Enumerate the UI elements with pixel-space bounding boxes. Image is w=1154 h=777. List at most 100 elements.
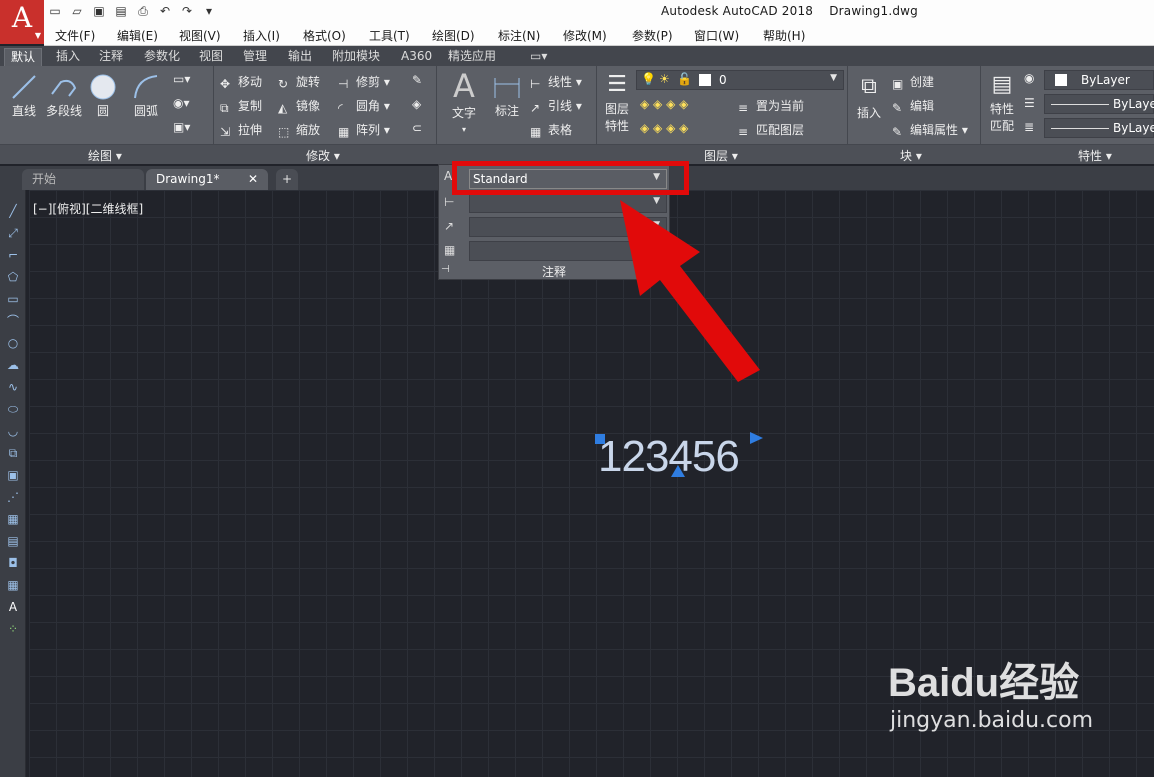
grip-triangle-right[interactable]	[750, 432, 764, 444]
match-layer-button[interactable]: ≡ 匹配图层	[738, 121, 804, 139]
menu-tools[interactable]: 工具(T)	[369, 27, 410, 44]
menu-file[interactable]: 文件(F)	[55, 27, 95, 44]
make-block-icon[interactable]: ▣	[4, 466, 22, 484]
spline-icon[interactable]: ∿	[4, 378, 22, 396]
circle-icon[interactable]: ○	[4, 334, 22, 352]
color-dropdown[interactable]: ByLayer	[1044, 70, 1154, 90]
hatch-icon[interactable]: ▦	[4, 510, 22, 528]
layer-tools-icons-row1[interactable]: ◈ ◈ ◈ ◈	[640, 97, 688, 111]
offset-icon[interactable]: ⊂	[412, 121, 422, 135]
erase-icon[interactable]: ✎	[412, 73, 422, 87]
construction-line-icon[interactable]: ⤢	[4, 224, 22, 242]
menu-modify[interactable]: 修改(M)	[563, 27, 607, 44]
tab-drawing1[interactable]: Drawing1* ✕	[146, 169, 268, 190]
mirror-button[interactable]: ◭ 镜像	[278, 97, 320, 115]
close-icon[interactable]: ✕	[248, 169, 258, 189]
viewport-controls[interactable]: [−][俯视][二维线框]	[33, 200, 143, 217]
menu-window[interactable]: 窗口(W)	[694, 27, 739, 44]
pin-icon[interactable]: ⊣	[441, 264, 450, 275]
panel-title-block[interactable]: 块 ▾	[900, 147, 922, 164]
ellipse-arc-icon[interactable]: ◡	[4, 422, 22, 440]
tab-insert[interactable]: 插入	[50, 48, 86, 66]
new-tab-button[interactable]: +	[276, 169, 298, 190]
menu-edit[interactable]: 编辑(E)	[117, 27, 158, 44]
arc-icon[interactable]: ⌒	[4, 312, 22, 330]
menu-help[interactable]: 帮助(H)	[763, 27, 805, 44]
tab-manage[interactable]: 管理	[237, 48, 273, 66]
tab-featured-apps[interactable]: 精选应用	[442, 48, 502, 66]
ellipse-icon[interactable]: ⬭	[4, 400, 22, 418]
print-icon[interactable]: ⎙	[134, 3, 152, 19]
redo-icon[interactable]: ↷	[178, 3, 196, 19]
tab-parametric[interactable]: 参数化	[138, 48, 186, 66]
point-icon[interactable]: ⋰	[4, 488, 22, 506]
array-button[interactable]: ▦ 阵列 ▾	[338, 121, 390, 139]
menu-insert[interactable]: 插入(I)	[243, 27, 280, 44]
revision-cloud-icon[interactable]: ☁	[4, 356, 22, 374]
explode-icon[interactable]: ◈	[412, 97, 421, 111]
boundary-icon[interactable]: ▣▾	[173, 120, 190, 134]
rectangle-icon[interactable]: ▭▾	[173, 72, 190, 86]
grip-square[interactable]	[595, 434, 605, 444]
scale-button[interactable]: ⬚ 缩放	[278, 121, 320, 139]
table-icon[interactable]: ▦	[4, 576, 22, 594]
grip-triangle-up[interactable]	[671, 465, 685, 477]
fillet-button[interactable]: ◜ 圆角 ▾	[338, 97, 390, 115]
insert-block-button[interactable]: ⧉ 插入	[852, 70, 886, 121]
region-icon[interactable]: ◘	[4, 554, 22, 572]
line-button[interactable]: 直线	[6, 72, 42, 119]
table-button[interactable]: ▦ 表格	[530, 121, 572, 139]
create-block-button[interactable]: ▣ 创建	[892, 73, 934, 91]
menu-format[interactable]: 格式(O)	[303, 27, 346, 44]
trim-button[interactable]: ⊣ 修剪 ▾	[338, 73, 390, 91]
stretch-button[interactable]: ⇲ 拉伸	[220, 121, 262, 139]
tab-a360[interactable]: A360	[395, 48, 438, 66]
menu-dimension[interactable]: 标注(N)	[498, 27, 540, 44]
tab-annotate[interactable]: 注释	[93, 48, 129, 66]
edit-attributes-button[interactable]: ✎ 编辑属性 ▾	[892, 121, 968, 139]
menu-parametric[interactable]: 参数(P)	[632, 27, 673, 44]
linetype-dropdown[interactable]: ByLayer	[1044, 94, 1154, 114]
text-button[interactable]: A 文字 ▾	[446, 68, 482, 135]
tab-addins[interactable]: 附加模块	[326, 48, 386, 66]
application-menu-button[interactable]: A ▼	[0, 0, 44, 44]
dimension-button[interactable]: 标注	[490, 72, 524, 119]
lineweight-dropdown[interactable]: ByLayer	[1044, 118, 1154, 138]
gradient-icon[interactable]: ▤	[4, 532, 22, 550]
panel-title-layers[interactable]: 图层 ▾	[704, 147, 738, 164]
match-properties-button[interactable]: ▤ 特性 匹配	[984, 70, 1020, 134]
panel-title-draw[interactable]: 绘图 ▾	[88, 147, 122, 164]
save-icon[interactable]: ▣	[90, 3, 108, 19]
text-A-icon[interactable]: A	[4, 598, 22, 616]
tab-start[interactable]: 开始	[22, 169, 144, 190]
tab-default[interactable]: 默认	[4, 48, 43, 66]
circle-button[interactable]: 圆	[88, 72, 118, 119]
make-current-button[interactable]: ≡ 置为当前	[738, 97, 804, 115]
panel-title-modify[interactable]: 修改 ▾	[306, 147, 340, 164]
undo-icon[interactable]: ↶	[156, 3, 174, 19]
tab-output[interactable]: 输出	[282, 48, 318, 66]
save-as-icon[interactable]: ▤	[112, 3, 130, 19]
open-folder-icon[interactable]: ▱	[68, 3, 86, 19]
tab-view[interactable]: 视图	[193, 48, 229, 66]
insert-block-icon[interactable]: ⧉	[4, 444, 22, 462]
polygon-icon[interactable]: ⬠	[4, 268, 22, 286]
color-wheel-icon[interactable]: ◉	[1024, 71, 1034, 85]
rotate-button[interactable]: ↻ 旋转	[278, 73, 320, 91]
arc-button[interactable]: 圆弧	[128, 72, 164, 119]
selected-text-object[interactable]: 123456	[598, 432, 740, 482]
layer-dropdown[interactable]: 💡 ☀ 🔓 0 ▼	[636, 70, 844, 90]
new-file-icon[interactable]: ▭	[46, 3, 64, 19]
polyline-icon[interactable]: ⌐	[4, 246, 22, 264]
linear-button[interactable]: ⊢ 线性 ▾	[530, 73, 582, 91]
layer-properties-button[interactable]: ☰ 图层 特性	[600, 70, 634, 134]
panel-title-properties[interactable]: 特性 ▾	[1078, 147, 1112, 164]
add-selected-icon[interactable]: ⁘	[4, 620, 22, 638]
copy-button[interactable]: ⧉ 复制	[220, 97, 262, 115]
hatch-icon[interactable]: ◉▾	[173, 96, 190, 110]
rectangle-icon[interactable]: ▭	[4, 290, 22, 308]
customize-qat-icon[interactable]: ▾	[200, 3, 218, 19]
layer-tools-icons-row2[interactable]: ◈ ◈ ◈ ◈	[640, 121, 688, 135]
ribbon-options-icon[interactable]: ▭▾	[524, 48, 553, 66]
line-icon[interactable]: ╱	[4, 202, 22, 220]
